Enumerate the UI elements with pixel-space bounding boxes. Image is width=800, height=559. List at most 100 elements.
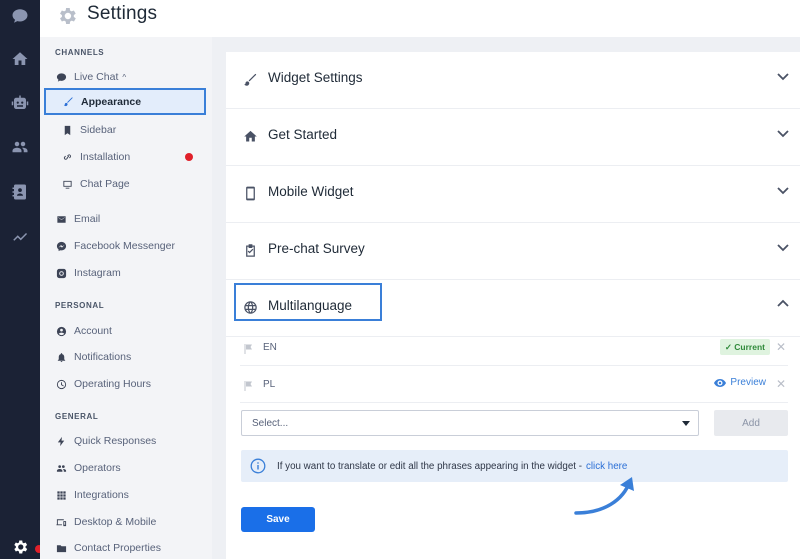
icon-rail	[0, 0, 43, 559]
menu-item-sidebar[interactable]: Sidebar	[40, 120, 212, 140]
menu-item-account[interactable]: Account	[40, 321, 212, 341]
current-badge: ✓ Current	[719, 339, 770, 355]
flag-icon	[242, 379, 254, 391]
bell-icon	[54, 350, 68, 364]
menu-item-operating-hours[interactable]: Operating Hours	[40, 374, 212, 394]
select-placeholder: Select...	[252, 418, 289, 429]
menu-item-label: Facebook Messenger	[74, 240, 175, 252]
menu-item-label: Appearance	[81, 95, 142, 108]
mobile-phone-icon	[242, 185, 259, 202]
menu-item-label: Notifications	[74, 351, 132, 363]
menu-item-label: Live Chat	[74, 71, 119, 83]
chevron-down-icon[interactable]	[776, 69, 790, 83]
panel-get-started[interactable]: Get Started	[226, 109, 800, 166]
monitor-icon	[60, 177, 74, 191]
panel-title: Pre-chat Survey	[268, 241, 365, 256]
add-language-button[interactable]: Add	[714, 410, 788, 436]
chevron-up-icon[interactable]	[776, 297, 790, 311]
language-row-en: EN ✓ Current ✕	[240, 329, 788, 366]
preview-label: Preview	[730, 377, 766, 388]
address-book-icon[interactable]	[10, 182, 30, 202]
menu-item-label: Quick Responses	[74, 435, 157, 447]
chat-bubble-icon[interactable]	[10, 6, 30, 26]
menu-item-operators[interactable]: Operators	[40, 458, 212, 478]
menu-item-contact-properties[interactable]: Contact Properties	[40, 538, 212, 558]
menu-item-label: Operating Hours	[74, 378, 152, 390]
menu-item-facebook-messenger[interactable]: Facebook Messenger	[40, 236, 212, 256]
click-here-link[interactable]: click here	[586, 461, 627, 472]
settings-gear-icon[interactable]	[10, 537, 30, 557]
caret-down-icon	[682, 421, 690, 426]
brush-icon	[242, 71, 259, 88]
badge-label: Current	[734, 342, 765, 352]
menu-item-instagram[interactable]: Instagram	[40, 263, 212, 283]
grid-icon	[54, 488, 68, 502]
chat-bubble-icon	[54, 70, 68, 84]
flag-icon	[242, 342, 254, 354]
menu-item-label: Operators	[74, 462, 121, 474]
menu-item-label: Integrations	[74, 489, 129, 501]
panel-title: Widget Settings	[268, 70, 363, 85]
link-icon	[60, 150, 74, 164]
translate-info-banner: If you want to translate or edit all the…	[241, 450, 788, 482]
annotation-arrow-icon	[574, 477, 634, 515]
save-button[interactable]: Save	[241, 507, 315, 532]
menu-item-installation[interactable]: Installation	[40, 147, 212, 167]
menu-item-chat-page[interactable]: Chat Page	[40, 174, 212, 194]
menu-item-label: Instagram	[74, 267, 121, 279]
language-select[interactable]: Select...	[241, 410, 699, 436]
remove-language-icon[interactable]: ✕	[776, 377, 786, 391]
menu-item-appearance[interactable]: Appearance	[44, 88, 206, 115]
eye-icon	[714, 378, 727, 387]
menu-item-desktop-mobile[interactable]: Desktop & Mobile	[40, 512, 212, 532]
settings-content: Widget Settings Get Started Mobile Widge…	[226, 52, 800, 559]
section-channels: CHANNELS	[55, 48, 105, 57]
menu-item-notifications[interactable]: Notifications	[40, 347, 212, 367]
settings-gear-icon	[56, 5, 78, 27]
chevron-up-icon: ^	[122, 72, 127, 82]
bookmark-icon	[60, 123, 74, 137]
operators-icon	[54, 461, 68, 475]
chevron-down-icon[interactable]	[776, 240, 790, 254]
contacts-icon[interactable]	[10, 137, 30, 157]
bot-icon[interactable]	[10, 93, 30, 113]
panel-title: Mobile Widget	[268, 184, 354, 199]
preview-link[interactable]: Preview	[714, 377, 766, 388]
menu-item-live-chat[interactable]: Live Chat ^	[40, 67, 212, 87]
folder-icon	[54, 541, 68, 555]
menu-item-label: Installation	[80, 151, 131, 163]
chevron-down-icon[interactable]	[776, 183, 790, 197]
panel-title: Get Started	[268, 127, 338, 142]
menu-item-integrations[interactable]: Integrations	[40, 485, 212, 505]
panel-mobile-widget[interactable]: Mobile Widget	[226, 166, 800, 223]
menu-item-label: Email	[74, 213, 101, 225]
alert-dot	[185, 153, 193, 161]
page-header: Settings	[40, 0, 800, 37]
settings-menu: CHANNELS Live Chat ^ Appearance Sidebar …	[40, 37, 212, 559]
remove-language-icon[interactable]: ✕	[776, 340, 786, 354]
instagram-icon	[54, 266, 68, 280]
messenger-icon	[54, 239, 68, 253]
devices-icon	[54, 515, 68, 529]
panel-widget-settings[interactable]: Widget Settings	[226, 52, 800, 109]
section-general: GENERAL	[55, 412, 99, 421]
menu-item-label: Contact Properties	[74, 542, 161, 554]
multilanguage-highlight	[234, 283, 382, 321]
language-row-pl: PL Preview ✕	[240, 366, 788, 403]
info-icon	[250, 458, 266, 474]
menu-item-label: Desktop & Mobile	[74, 516, 157, 528]
account-icon	[54, 324, 68, 338]
menu-item-label: Sidebar	[80, 124, 117, 136]
menu-item-email[interactable]: Email	[40, 209, 212, 229]
analytics-icon[interactable]	[10, 226, 30, 246]
chevron-down-icon[interactable]	[776, 126, 790, 140]
info-text: If you want to translate or edit all the…	[277, 460, 582, 472]
clipboard-check-icon	[242, 242, 259, 259]
language-code: EN	[263, 342, 277, 353]
section-personal: PERSONAL	[55, 301, 105, 310]
menu-item-label: Account	[74, 325, 112, 337]
panel-pre-chat-survey[interactable]: Pre-chat Survey	[226, 223, 800, 280]
menu-item-quick-responses[interactable]: Quick Responses	[40, 431, 212, 451]
home-icon[interactable]	[10, 49, 30, 69]
brush-icon	[61, 95, 75, 109]
